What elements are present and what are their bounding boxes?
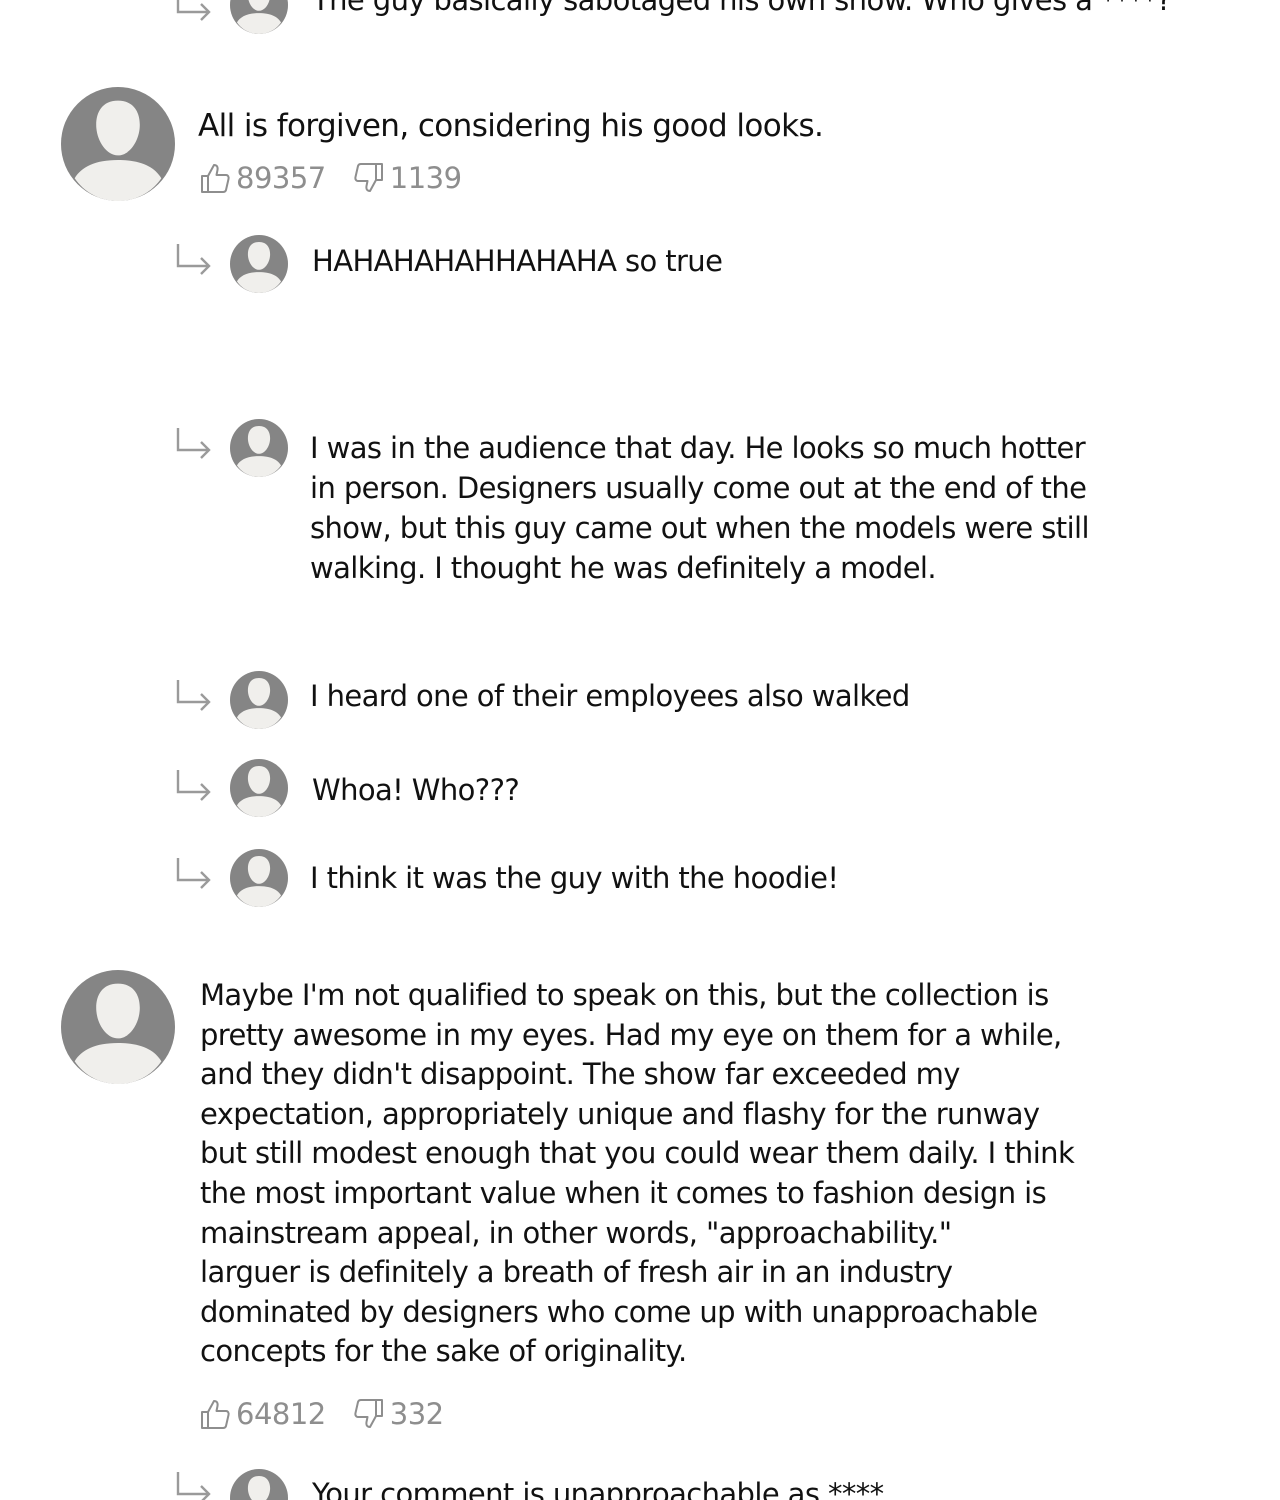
reply-item: I was in the audience that day. He looks…: [0, 418, 1280, 588]
reply-text: I was in the audience that day. He looks…: [310, 431, 1090, 585]
reply-text: HAHAHAHAHHAHAHA so true: [312, 244, 723, 278]
reply-item: HAHAHAHAHHAHAHA so true: [0, 234, 1280, 294]
thumbs-up-icon: [198, 1397, 232, 1431]
reply-item: Whoa! Who???: [0, 758, 1280, 818]
avatar[interactable]: [61, 87, 175, 201]
avatar[interactable]: [230, 759, 288, 817]
comment-text: All is forgiven, considering his good lo…: [198, 108, 824, 144]
dislike-count: 332: [389, 1397, 444, 1431]
dislike-button[interactable]: 1139: [352, 161, 462, 195]
avatar[interactable]: [230, 671, 288, 729]
like-count: 89357: [236, 161, 326, 195]
reply-item: I heard one of their employees also walk…: [0, 670, 1280, 730]
reply-item: I think it was the guy with the hoodie!: [0, 848, 1280, 908]
reply-item: Your comment is unapproachable as ****: [0, 1466, 1280, 1500]
comment-text: Maybe I'm not qualified to speak on this…: [200, 978, 1075, 1369]
reply-text: Your comment is unapproachable as ****: [312, 1477, 884, 1500]
reply-arrow-icon: [172, 676, 216, 716]
reply-arrow-icon: [172, 766, 216, 806]
like-button[interactable]: 89357: [198, 161, 326, 195]
reply-arrow-icon: [172, 240, 216, 280]
dislike-button[interactable]: 332: [352, 1397, 444, 1431]
thumbs-down-icon: [352, 161, 386, 195]
avatar[interactable]: [230, 419, 288, 477]
avatar[interactable]: [230, 1469, 288, 1500]
reply-arrow-icon: [172, 424, 216, 464]
reply-text: The guy basically sabotaged his own show…: [312, 0, 1172, 17]
avatar[interactable]: [230, 235, 288, 293]
comment-stats: 64812 332: [198, 1394, 470, 1434]
like-count: 64812: [236, 1397, 326, 1431]
reply-arrow-icon: [172, 0, 216, 26]
thumbs-up-icon: [198, 161, 232, 195]
reply-item: The guy basically sabotaged his own show…: [0, 0, 1280, 50]
thumbs-down-icon: [352, 1397, 386, 1431]
reply-text: Whoa! Who???: [312, 773, 520, 807]
avatar[interactable]: [230, 0, 288, 34]
dislike-count: 1139: [389, 161, 462, 195]
reply-text: I heard one of their employees also walk…: [310, 679, 910, 713]
reply-arrow-icon: [172, 1468, 216, 1500]
like-button[interactable]: 64812: [198, 1397, 326, 1431]
comment-stats: 89357 1139: [198, 158, 488, 198]
reply-arrow-icon: [172, 854, 216, 894]
avatar[interactable]: [61, 970, 175, 1084]
avatar[interactable]: [230, 849, 288, 907]
reply-text: I think it was the guy with the hoodie!: [310, 861, 839, 895]
